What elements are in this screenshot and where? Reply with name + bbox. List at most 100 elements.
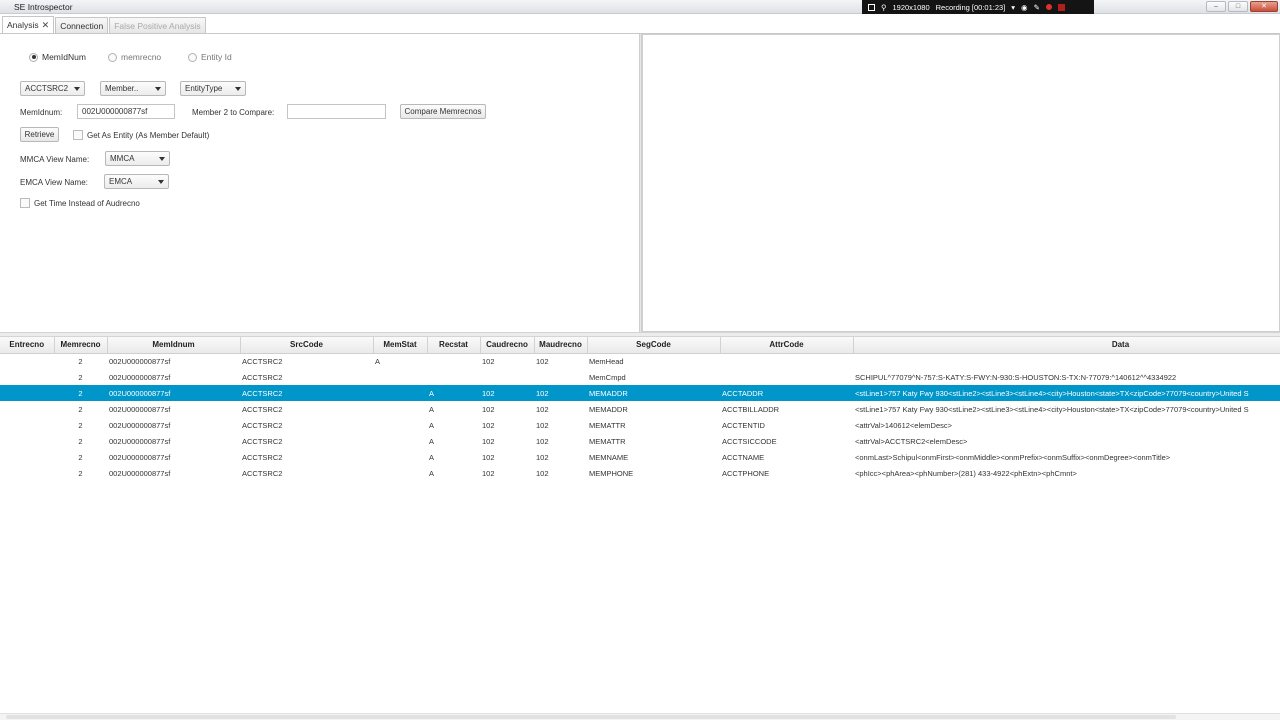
cell-srccode: ACCTSRC2: [240, 385, 373, 401]
radio-memidnum[interactable]: MemIdNum: [29, 52, 86, 62]
column-header[interactable]: Recstat: [427, 337, 481, 354]
column-header[interactable]: Entrecno: [0, 337, 55, 354]
entity-type-combo[interactable]: EntityType: [180, 81, 246, 96]
source-combo[interactable]: ACCTSRC2: [20, 81, 85, 96]
cell-attrcode: ACCTADDR: [720, 385, 853, 401]
cell-memstat: [373, 385, 427, 401]
pen-icon[interactable]: ✎: [1034, 3, 1040, 12]
cell-caudrecno: 102: [482, 436, 495, 446]
camera-icon[interactable]: ◉: [1021, 3, 1028, 12]
record-icon[interactable]: [1045, 4, 1052, 10]
column-header[interactable]: AttrCode: [720, 337, 854, 354]
table-row[interactable]: 2 002U000000877sf ACCTSRC2 A 102 102 MEMATTR AC…: [0, 433, 1280, 449]
column-header[interactable]: MemStat: [373, 337, 428, 354]
member2-input[interactable]: [287, 104, 386, 119]
get-time-checkbox[interactable]: Get Time Instead of Audrecno: [20, 198, 140, 208]
emca-view-label: EMCA View Name:: [20, 178, 88, 187]
member2-label: Member 2 to Compare:: [192, 108, 275, 117]
tab-analysis[interactable]: Analysis ✕: [2, 16, 55, 33]
radio-entity-id[interactable]: Entity Id: [188, 52, 232, 62]
cell-entrecno: [0, 465, 54, 481]
close-icon[interactable]: ✕: [1250, 1, 1278, 12]
column-header[interactable]: Data: [853, 337, 1280, 354]
table-row[interactable]: 2 002U000000877sf ACCTSRC2 A 102 102 MEMATTR AC…: [0, 417, 1280, 433]
table-row[interactable]: 2 002U000000877sf ACCTSRC2 MemCmpd SCHIPUL^7…: [0, 369, 1280, 385]
table-header: Entrecno Memrecno MemIdnum SrcCode MemSt…: [0, 337, 1280, 354]
cell-maudrecno: 102: [536, 468, 549, 478]
cell-memrecno: 2: [78, 372, 83, 382]
radio-selected-icon: [29, 52, 38, 62]
cell-srccode: ACCTSRC2: [242, 468, 283, 478]
column-header[interactable]: SrcCode: [240, 337, 374, 354]
stop-icon[interactable]: [1057, 3, 1065, 11]
table-row[interactable]: 2 002U000000877sf ACCTSRC2 A 102 102 MEMNAME AC…: [0, 449, 1280, 465]
cell-data: [853, 353, 1280, 369]
radio-memrecno[interactable]: memrecno: [108, 52, 161, 62]
cell-srccode: ACCTSRC2: [242, 404, 283, 414]
table-row[interactable]: 2 002U000000877sf ACCTSRC2 A 102 102 MEMADDR AC…: [0, 385, 1280, 401]
cell-attrcode: [720, 353, 853, 369]
recording-status: Recording [00:01:23]: [935, 2, 1006, 12]
cell-recstat: A: [429, 420, 435, 430]
cell-recstat: A: [429, 468, 435, 478]
cell-recstat: A: [427, 385, 480, 401]
mmca-view-combo[interactable]: MMCA: [105, 151, 170, 166]
close-tab-icon[interactable]: ✕: [42, 20, 50, 31]
column-header[interactable]: MemIdnum: [107, 337, 241, 354]
maximize-icon[interactable]: □: [1228, 1, 1248, 12]
cell-memrecno: 2: [78, 404, 83, 414]
get-as-entity-checkbox[interactable]: Get As Entity (As Member Default): [73, 130, 209, 140]
cell-data: SCHIPUL^77079^N-757:S-KATY:S-FWY:N-930:S…: [855, 372, 1177, 382]
get-time-label: Get Time Instead of Audrecno: [34, 198, 140, 208]
column-header[interactable]: Caudrecno: [480, 337, 535, 354]
member-combo[interactable]: Member..: [100, 81, 166, 96]
column-header[interactable]: Memrecno: [54, 337, 108, 354]
memidnum-input[interactable]: 002U000000877sf: [77, 104, 175, 119]
cell-maudrecno: 102: [536, 404, 549, 414]
cell-segcode: MEMADDR: [589, 404, 628, 414]
cell-memrecno: 2: [78, 436, 83, 446]
cell-caudrecno: 102: [482, 404, 495, 414]
scrollbar-thumb[interactable]: [6, 715, 1176, 719]
emca-view-value: EMCA: [109, 177, 133, 186]
cell-segcode: MEMADDR: [587, 385, 720, 401]
column-header[interactable]: SegCode: [587, 337, 721, 354]
cell-segcode: MEMATTR: [589, 436, 626, 446]
tab-connection-label: Connection: [60, 20, 104, 31]
memidnum-label: MemIdnum:: [20, 108, 63, 117]
zoom-icon[interactable]: ⚲: [881, 3, 887, 12]
cell-memrecno: 2: [78, 420, 83, 430]
cell-attrcode: ACCTENTID: [722, 420, 765, 430]
table-row[interactable]: 2 002U000000877sf ACCTSRC2 A 102 102 MEMADDR AC…: [0, 401, 1280, 417]
tab-bar: Analysis ✕ Connection False Positive Ana…: [0, 16, 1280, 34]
screen-icon[interactable]: [868, 3, 875, 11]
cell-maudrecno: [534, 369, 587, 385]
minimize-icon[interactable]: –: [1206, 1, 1226, 12]
cell-data: <stLine1>757 Katy Fwy 930<stLine2><stLin…: [855, 404, 1249, 414]
cell-memrecno: 2: [54, 385, 107, 401]
table-body: 2 002U000000877sf ACCTSRC2 A 102 102 MemHead 2 0…: [0, 353, 1280, 481]
cell-data: <attrVal>ACCTSRC2<elemDesc>: [855, 436, 968, 446]
cell-maudrecno: 102: [536, 356, 549, 366]
table-row[interactable]: 2 002U000000877sf ACCTSRC2 A 102 102 MemHead: [0, 353, 1280, 369]
radio-memidnum-label: MemIdNum: [42, 52, 86, 62]
cell-memstat: [373, 369, 427, 385]
compare-memrecnos-button[interactable]: Compare Memrecnos: [400, 104, 486, 119]
column-header[interactable]: Maudrecno: [534, 337, 588, 354]
retrieve-button[interactable]: Retrieve: [20, 127, 59, 142]
horizontal-scrollbar[interactable]: [0, 713, 1280, 720]
emca-view-combo[interactable]: EMCA: [104, 174, 169, 189]
cell-data: <onmLast>Schipul<onmFirst><onmMiddle><on…: [855, 452, 1171, 462]
cell-memidnum: 002U000000877sf: [109, 436, 171, 446]
query-form-pane: MemIdNum memrecno Entity Id ACCTSRC2 Mem…: [0, 34, 639, 332]
cell-maudrecno: 102: [536, 452, 549, 462]
chevron-down-icon: [159, 156, 165, 161]
cell-maudrecno: 102: [534, 385, 587, 401]
table-row[interactable]: 2 002U000000877sf ACCTSRC2 A 102 102 MEMPHONE A…: [0, 465, 1280, 481]
chevron-down-icon[interactable]: ▾: [1011, 3, 1015, 12]
cell-memstat: [373, 465, 427, 481]
chevron-down-icon: [74, 86, 80, 91]
cell-entrecno: [0, 353, 54, 369]
tab-connection[interactable]: Connection: [55, 17, 109, 33]
cell-recstat: A: [429, 404, 435, 414]
